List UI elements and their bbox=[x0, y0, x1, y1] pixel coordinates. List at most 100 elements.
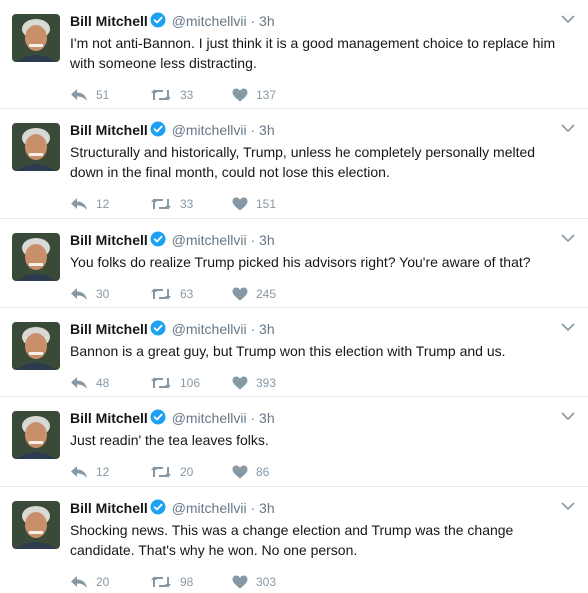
avatar-image bbox=[12, 233, 60, 281]
tweet-header: Bill Mitchell @mitchellvii · 3h bbox=[70, 499, 574, 519]
tweet[interactable]: Bill Mitchell @mitchellvii · 3h I'm not … bbox=[0, 0, 588, 109]
reply-icon bbox=[70, 575, 88, 589]
avatar[interactable] bbox=[12, 501, 60, 549]
timestamp[interactable]: 3h bbox=[259, 232, 275, 248]
tweet-text: You folks do realize Trump picked his ad… bbox=[70, 254, 531, 270]
like-button[interactable]: 393 bbox=[232, 376, 312, 390]
tweet-header: Bill Mitchell @mitchellvii · 3h bbox=[70, 409, 574, 429]
author-name[interactable]: Bill Mitchell bbox=[70, 122, 148, 138]
like-count: 86 bbox=[256, 465, 270, 479]
reply-button[interactable]: 20 bbox=[70, 575, 150, 589]
reply-button[interactable]: 12 bbox=[70, 197, 150, 211]
retweet-icon bbox=[150, 575, 172, 589]
like-button[interactable]: 245 bbox=[232, 287, 312, 301]
tweet-text: I'm not anti-Bannon. I just think it is … bbox=[70, 35, 556, 71]
retweet-button[interactable]: 20 bbox=[150, 465, 232, 479]
retweet-button[interactable]: 98 bbox=[150, 575, 232, 589]
retweet-button[interactable]: 33 bbox=[150, 88, 232, 102]
author-name[interactable]: Bill Mitchell bbox=[70, 321, 148, 337]
tweet-actions: 20 98 303 bbox=[70, 572, 574, 592]
separator: · bbox=[250, 321, 256, 337]
reply-count: 48 bbox=[96, 376, 110, 390]
author-handle[interactable]: @mitchellvii bbox=[172, 321, 247, 337]
author-handle[interactable]: @mitchellvii bbox=[172, 410, 247, 426]
timestamp[interactable]: 3h bbox=[259, 500, 275, 516]
author-handle[interactable]: @mitchellvii bbox=[172, 500, 247, 516]
tweet[interactable]: Bill Mitchell @mitchellvii · 3h You folk… bbox=[0, 219, 588, 308]
timestamp[interactable]: 3h bbox=[259, 321, 275, 337]
tweet-text: Structurally and historically, Trump, un… bbox=[70, 144, 536, 180]
author-name[interactable]: Bill Mitchell bbox=[70, 13, 148, 29]
reply-count: 51 bbox=[96, 88, 110, 102]
heart-icon bbox=[232, 575, 248, 589]
author-name[interactable]: Bill Mitchell bbox=[70, 500, 148, 516]
tweet[interactable]: Bill Mitchell @mitchellvii · 3h Bannon i… bbox=[0, 308, 588, 397]
tweet-header: Bill Mitchell @mitchellvii · 3h bbox=[70, 121, 574, 141]
timestamp[interactable]: 3h bbox=[259, 122, 275, 138]
retweet-button[interactable]: 106 bbox=[150, 376, 232, 390]
tweet[interactable]: Bill Mitchell @mitchellvii · 3h Shocking… bbox=[0, 487, 588, 593]
tweet-actions: 51 33 137 bbox=[70, 85, 574, 105]
like-button[interactable]: 86 bbox=[232, 465, 312, 479]
tweet-actions: 12 33 151 bbox=[70, 194, 574, 214]
reply-button[interactable]: 51 bbox=[70, 88, 150, 102]
author-name[interactable]: Bill Mitchell bbox=[70, 232, 148, 248]
verified-badge-icon bbox=[150, 320, 166, 340]
retweet-icon bbox=[150, 88, 172, 102]
separator: · bbox=[250, 500, 256, 516]
author-handle[interactable]: @mitchellvii bbox=[172, 13, 247, 29]
chevron-down-icon[interactable] bbox=[560, 12, 576, 26]
reply-icon bbox=[70, 376, 88, 390]
retweet-icon bbox=[150, 376, 172, 390]
like-button[interactable]: 137 bbox=[232, 88, 312, 102]
author-handle[interactable]: @mitchellvii bbox=[172, 122, 247, 138]
chevron-down-icon[interactable] bbox=[560, 499, 576, 513]
separator: · bbox=[250, 13, 256, 29]
retweet-count: 33 bbox=[180, 88, 194, 102]
like-count: 137 bbox=[256, 88, 277, 102]
author-handle[interactable]: @mitchellvii bbox=[172, 232, 247, 248]
avatar[interactable] bbox=[12, 411, 60, 459]
like-button[interactable]: 303 bbox=[232, 575, 312, 589]
tweet[interactable]: Bill Mitchell @mitchellvii · 3h Just rea… bbox=[0, 397, 588, 487]
tweet[interactable]: Bill Mitchell @mitchellvii · 3h Structur… bbox=[0, 109, 588, 219]
chevron-down-icon[interactable] bbox=[560, 409, 576, 423]
author-name[interactable]: Bill Mitchell bbox=[70, 410, 148, 426]
like-count: 151 bbox=[256, 197, 277, 211]
avatar-image bbox=[12, 322, 60, 370]
like-button[interactable]: 151 bbox=[232, 197, 312, 211]
chevron-down-icon[interactable] bbox=[560, 231, 576, 245]
verified-badge-icon bbox=[150, 12, 166, 32]
avatar-image bbox=[12, 501, 60, 549]
tweet-text: Just readin' the tea leaves folks. bbox=[70, 432, 269, 448]
retweet-count: 63 bbox=[180, 287, 194, 301]
heart-icon bbox=[232, 465, 248, 479]
chevron-down-icon[interactable] bbox=[560, 121, 576, 135]
tweet-header: Bill Mitchell @mitchellvii · 3h bbox=[70, 320, 574, 340]
reply-button[interactable]: 12 bbox=[70, 465, 150, 479]
avatar[interactable] bbox=[12, 322, 60, 370]
tweet-text: Bannon is a great guy, but Trump won thi… bbox=[70, 343, 506, 359]
tweet-actions: 12 20 86 bbox=[70, 462, 574, 482]
reply-icon bbox=[70, 197, 88, 211]
reply-button[interactable]: 48 bbox=[70, 376, 150, 390]
tweet-header: Bill Mitchell @mitchellvii · 3h bbox=[70, 231, 574, 251]
avatar[interactable] bbox=[12, 233, 60, 281]
avatar[interactable] bbox=[12, 123, 60, 171]
retweet-count: 98 bbox=[180, 575, 194, 589]
retweet-icon bbox=[150, 465, 172, 479]
avatar[interactable] bbox=[12, 14, 60, 62]
avatar-image bbox=[12, 123, 60, 171]
reply-icon bbox=[70, 465, 88, 479]
timestamp[interactable]: 3h bbox=[259, 410, 275, 426]
timestamp[interactable]: 3h bbox=[259, 13, 275, 29]
reply-icon bbox=[70, 88, 88, 102]
retweet-button[interactable]: 33 bbox=[150, 197, 232, 211]
retweet-count: 20 bbox=[180, 465, 194, 479]
verified-badge-icon bbox=[150, 231, 166, 251]
reply-button[interactable]: 30 bbox=[70, 287, 150, 301]
chevron-down-icon[interactable] bbox=[560, 320, 576, 334]
retweet-count: 106 bbox=[180, 376, 201, 390]
tweet-actions: 48 106 393 bbox=[70, 373, 574, 393]
retweet-button[interactable]: 63 bbox=[150, 287, 232, 301]
